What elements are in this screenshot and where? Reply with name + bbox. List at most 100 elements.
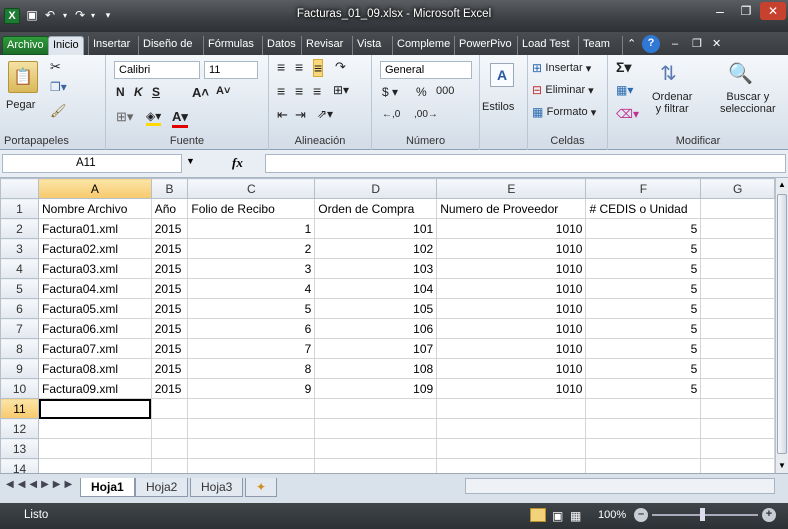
row-header[interactable]: 5 (0, 278, 40, 299)
cell[interactable]: 107 (314, 338, 438, 359)
cell[interactable] (700, 458, 775, 473)
cell[interactable] (585, 438, 702, 459)
autosum-icon[interactable]: Σ▾ (616, 59, 631, 76)
cell[interactable] (436, 438, 587, 459)
zoom-slider[interactable] (652, 514, 758, 516)
cell[interactable]: 1010 (436, 318, 587, 339)
cell[interactable] (187, 418, 316, 439)
cell[interactable] (585, 458, 702, 473)
scroll-thumb[interactable] (777, 194, 787, 454)
cell[interactable]: 2015 (150, 238, 189, 259)
currency-icon[interactable]: $ ▾ (382, 85, 398, 99)
cell[interactable]: Factura02.xml (38, 238, 152, 259)
vertical-scrollbar[interactable]: ▲ ▼ (775, 178, 788, 473)
cell[interactable]: 2015 (150, 338, 189, 359)
help-icon[interactable]: ? (642, 35, 660, 53)
cell[interactable]: 2015 (150, 258, 189, 279)
cell[interactable] (700, 378, 775, 399)
tab-load-test[interactable]: Load Test (517, 36, 574, 55)
scroll-up-icon[interactable]: ▲ (777, 180, 787, 190)
format-cells-button[interactable]: ▦ Formato ▾ (532, 105, 596, 119)
maximize-icon[interactable]: ❐ (734, 2, 758, 20)
font-name-combo[interactable]: Calibri (114, 61, 200, 79)
name-box-dropdown-icon[interactable]: ▼ (186, 156, 195, 166)
cell[interactable] (314, 458, 438, 473)
tab-formulas[interactable]: Fórmulas (203, 36, 258, 55)
name-box[interactable]: A11 (2, 154, 182, 173)
cell[interactable] (187, 458, 316, 473)
cell[interactable]: 102 (314, 238, 438, 259)
zoom-slider-thumb[interactable] (700, 508, 705, 521)
tab-vista[interactable]: Vista (352, 36, 385, 55)
cell[interactable] (38, 438, 152, 459)
cell[interactable]: 5 (585, 298, 702, 319)
cell[interactable]: 2015 (150, 218, 189, 239)
cell[interactable] (314, 438, 438, 459)
cell[interactable] (150, 458, 189, 473)
page-layout-view-icon[interactable]: ▣ (552, 509, 563, 523)
font-color-icon[interactable]: A▾ (172, 109, 188, 128)
row-header[interactable]: 12 (0, 418, 40, 439)
workbook-minimize-icon[interactable]: – (668, 36, 682, 55)
header-cell[interactable]: Numero de Proveedor (436, 198, 587, 219)
cell[interactable]: 103 (314, 258, 438, 279)
copy-icon[interactable]: ❐▾ (50, 80, 67, 94)
cell[interactable] (700, 438, 775, 459)
cell[interactable]: 6 (187, 318, 316, 339)
cell[interactable] (314, 398, 438, 419)
cell[interactable]: 1010 (436, 298, 587, 319)
active-cell[interactable] (38, 398, 152, 419)
horizontal-scrollbar[interactable] (465, 478, 775, 494)
cell[interactable]: 2015 (150, 298, 189, 319)
row-header[interactable]: 4 (0, 258, 40, 279)
tab-diseno[interactable]: Diseño de (138, 36, 197, 55)
row-header[interactable]: 2 (0, 218, 40, 239)
cell[interactable]: 1010 (436, 358, 587, 379)
fill-icon[interactable]: ▦▾ (616, 83, 633, 97)
cell[interactable]: 101 (314, 218, 438, 239)
row-header[interactable]: 8 (0, 338, 40, 359)
cell[interactable] (700, 218, 775, 239)
tab-team[interactable]: Team (578, 36, 614, 55)
cell[interactable] (585, 418, 702, 439)
cell[interactable]: 105 (314, 298, 438, 319)
cell[interactable]: 1010 (436, 218, 587, 239)
column-header-c[interactable]: C (187, 178, 316, 199)
cell[interactable]: 8 (187, 358, 316, 379)
cut-icon[interactable]: ✂ (50, 59, 61, 75)
increase-indent-icon[interactable]: ⇥ (295, 107, 306, 123)
cell[interactable]: 106 (314, 318, 438, 339)
align-top-icon[interactable]: ≡ (277, 59, 285, 75)
align-right-icon[interactable]: ≡ (313, 83, 321, 99)
cell[interactable]: 2 (187, 238, 316, 259)
cell[interactable] (150, 418, 189, 439)
row-header[interactable]: 9 (0, 358, 40, 379)
header-cell[interactable]: Nombre Archivo (38, 198, 152, 219)
align-middle-icon[interactable]: ≡ (295, 59, 303, 75)
workbook-restore-icon[interactable]: ❐ (688, 36, 706, 55)
sheet-tab-hoja1[interactable]: Hoja1 (80, 478, 135, 497)
increase-decimal-icon[interactable]: ←,0 (382, 109, 400, 120)
find-select-button[interactable]: Buscar y seleccionar (720, 91, 776, 115)
cell[interactable] (150, 438, 189, 459)
cell[interactable]: Factura06.xml (38, 318, 152, 339)
fx-icon[interactable]: fx (232, 155, 243, 171)
minimize-ribbon-icon[interactable]: ⌃ (622, 36, 640, 55)
tab-insertar[interactable]: Insertar (88, 36, 134, 55)
tab-powerpivot[interactable]: PowerPivo (454, 36, 516, 55)
zoom-out-icon[interactable]: – (634, 508, 648, 522)
zoom-in-icon[interactable]: + (762, 508, 776, 522)
orientation-icon[interactable]: ⇗▾ (317, 107, 333, 121)
cell[interactable]: Factura07.xml (38, 338, 152, 359)
cell[interactable] (150, 398, 189, 419)
cell[interactable]: Factura04.xml (38, 278, 152, 299)
cell[interactable]: 104 (314, 278, 438, 299)
cell[interactable]: 2015 (150, 318, 189, 339)
header-cell[interactable]: Orden de Compra (314, 198, 438, 219)
cell[interactable]: 1010 (436, 338, 587, 359)
formula-input[interactable] (265, 154, 786, 173)
cell[interactable]: Factura08.xml (38, 358, 152, 379)
cell[interactable]: 5 (187, 298, 316, 319)
cell[interactable] (700, 238, 775, 259)
cell[interactable] (700, 418, 775, 439)
